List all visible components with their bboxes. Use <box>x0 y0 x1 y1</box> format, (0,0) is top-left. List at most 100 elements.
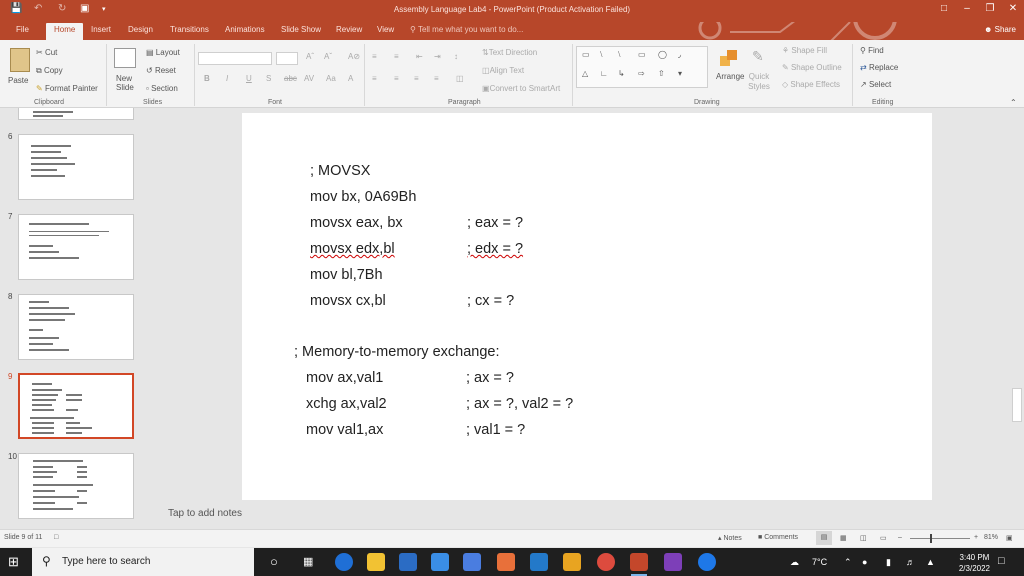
justify-icon[interactable]: ≡ <box>434 74 439 83</box>
oval-shape-icon[interactable]: ◯ <box>658 50 667 59</box>
tab-slide-show[interactable]: Slide Show <box>281 25 321 34</box>
slide-show-icon[interactable]: ▭ <box>880 534 887 542</box>
code-line[interactable]: ; Memory-to-memory exchange: <box>294 344 499 360</box>
tab-transitions[interactable]: Transitions <box>170 25 209 34</box>
font-color-icon[interactable]: A <box>348 74 353 83</box>
arrow-up-shape-icon[interactable]: ⇧ <box>658 69 665 78</box>
paste-icon[interactable] <box>10 48 30 72</box>
tab-animations[interactable]: Animations <box>225 25 265 34</box>
close-button[interactable]: ✕ <box>1006 3 1020 14</box>
weather-icon[interactable]: ☁ <box>790 557 799 568</box>
grow-font-icon[interactable]: Aˆ <box>306 52 314 61</box>
tab-file[interactable]: File <box>16 25 29 34</box>
tab-view[interactable]: View <box>377 25 394 34</box>
clear-formatting-icon[interactable]: A⊘ <box>348 52 360 61</box>
slide-thumbnail[interactable] <box>18 294 134 360</box>
microphone-icon[interactable]: ▮ <box>886 557 891 568</box>
taskbar-search-box[interactable]: ⚲ Type here to search <box>32 548 254 576</box>
tab-review[interactable]: Review <box>336 25 362 34</box>
numbering-icon[interactable]: ≡ <box>394 52 399 61</box>
change-case-icon[interactable]: Aa <box>326 74 336 83</box>
cortana-icon[interactable]: ○ <box>270 554 278 569</box>
notification-center-icon[interactable]: □ <box>998 555 1005 567</box>
more-shapes-icon[interactable]: ▾ <box>678 69 682 78</box>
ribbon-display-options-icon[interactable]: □ <box>937 3 951 14</box>
new-slide-button[interactable]: New Slide <box>116 74 136 92</box>
reading-view-icon[interactable]: ◫ <box>860 534 867 542</box>
align-left-icon[interactable]: ≡ <box>372 74 377 83</box>
font-family-box[interactable] <box>198 52 272 65</box>
quick-styles-icon[interactable]: ✎ <box>752 48 764 65</box>
align-center-icon[interactable]: ≡ <box>394 74 399 83</box>
increase-indent-icon[interactable]: ⇥ <box>434 52 441 61</box>
zoom-level[interactable]: 81% <box>984 534 998 541</box>
system-clock[interactable]: 3:40 PM 2/3/2022 <box>959 552 990 574</box>
code-line[interactable]: ; MOVSX <box>310 163 370 179</box>
network-icon[interactable]: ▲ <box>926 557 935 567</box>
show-hidden-icons[interactable]: ⌃ <box>844 557 852 568</box>
shape-fill-button[interactable]: ⚘ Shape Fill <box>782 46 827 55</box>
mail-icon[interactable] <box>431 553 449 571</box>
zoom-in-icon[interactable]: + <box>974 534 978 541</box>
bullets-icon[interactable]: ≡ <box>372 52 377 61</box>
code-line[interactable]: xchg ax,val2 ; ax = ?, val2 = ? <box>306 396 573 412</box>
sublime-icon[interactable] <box>563 553 581 571</box>
code-line[interactable]: movsx eax, bx ; eax = ? <box>310 215 523 231</box>
shadow-icon[interactable]: S <box>266 74 271 83</box>
volume-icon[interactable]: ♬ <box>906 557 915 567</box>
vscode-icon[interactable] <box>530 553 548 571</box>
line-spacing-icon[interactable]: ↕ <box>454 52 458 61</box>
windows-start-icon[interactable]: ⊞ <box>8 554 19 570</box>
zalo-icon[interactable] <box>698 553 716 571</box>
shape-effects-button[interactable]: ◇ Shape Effects <box>782 80 840 89</box>
slide-thumbnail[interactable] <box>18 134 134 200</box>
select-button[interactable]: ↗ Select <box>860 80 891 89</box>
slide-thumbnail[interactable] <box>18 108 134 120</box>
shape-outline-button[interactable]: ✎ Shape Outline <box>782 63 842 72</box>
code-line[interactable]: movsx cx,bl ; cx = ? <box>310 293 514 309</box>
section-button[interactable]: ▫ Section <box>146 84 178 93</box>
accessibility-icon[interactable]: □ <box>54 534 58 541</box>
layout-button[interactable]: ▤ Layout <box>146 48 180 57</box>
fit-to-window-icon[interactable]: ▣ <box>1006 534 1013 542</box>
rectangle-shape-icon[interactable]: ▭ <box>638 50 646 59</box>
collapse-ribbon-icon[interactable]: ⌃ <box>1010 98 1017 107</box>
italic-icon[interactable]: I <box>226 74 228 83</box>
tab-design[interactable]: Design <box>128 25 153 34</box>
slide-sorter-icon[interactable]: ▦ <box>840 534 847 542</box>
chat-icon[interactable] <box>463 553 481 571</box>
tell-me-box[interactable]: ⚲ Tell me what you want to do... <box>410 25 523 34</box>
elbow-arrow-shape-icon[interactable]: ↳ <box>618 69 625 78</box>
code-line[interactable]: mov bl,7Bh <box>310 267 383 283</box>
arrange-button[interactable]: Arrange <box>716 72 744 81</box>
new-slide-icon[interactable] <box>114 48 136 68</box>
bold-icon[interactable]: B <box>204 74 210 83</box>
temperature[interactable]: 7°C <box>812 557 827 567</box>
minimize-button[interactable]: – <box>960 3 974 14</box>
input-indicator-icon[interactable]: ● <box>862 557 867 567</box>
code-line[interactable]: mov bx, 0A69Bh <box>310 189 416 205</box>
text-direction-button[interactable]: ⇅Text Direction <box>482 48 537 57</box>
quick-styles-button[interactable]: Quick Styles <box>746 72 772 92</box>
replace-button[interactable]: ⇄ Replace <box>860 63 898 72</box>
tab-home[interactable]: Home <box>46 23 84 40</box>
convert-smartart-button[interactable]: ▣Convert to SmartArt <box>482 84 560 93</box>
slide-thumbnail[interactable] <box>18 214 134 280</box>
line-shape-icon[interactable]: ⧵ <box>600 50 603 60</box>
slide-thumbnail-selected[interactable] <box>18 373 134 439</box>
decrease-indent-icon[interactable]: ⇤ <box>416 52 423 61</box>
paste-button[interactable]: Paste <box>8 76 28 85</box>
edge-icon[interactable] <box>335 553 353 571</box>
format-painter-button[interactable]: ✎ Format Painter <box>36 84 98 93</box>
strikethrough-icon[interactable]: abc <box>284 74 297 83</box>
cut-button[interactable]: ✂ Cut <box>36 48 57 57</box>
bracket-shape-icon[interactable]: ◞ <box>678 50 681 59</box>
zoom-slider-thumb[interactable] <box>930 534 932 543</box>
slide-thumbnail[interactable] <box>18 453 134 519</box>
copy-button[interactable]: ⧉ Copy <box>36 66 63 76</box>
font-size-box[interactable] <box>276 52 298 65</box>
align-right-icon[interactable]: ≡ <box>414 74 419 83</box>
comments-toggle[interactable]: ■ Comments <box>758 534 798 541</box>
task-view-icon[interactable]: ▦ <box>303 555 313 568</box>
underline-icon[interactable]: U <box>246 74 252 83</box>
